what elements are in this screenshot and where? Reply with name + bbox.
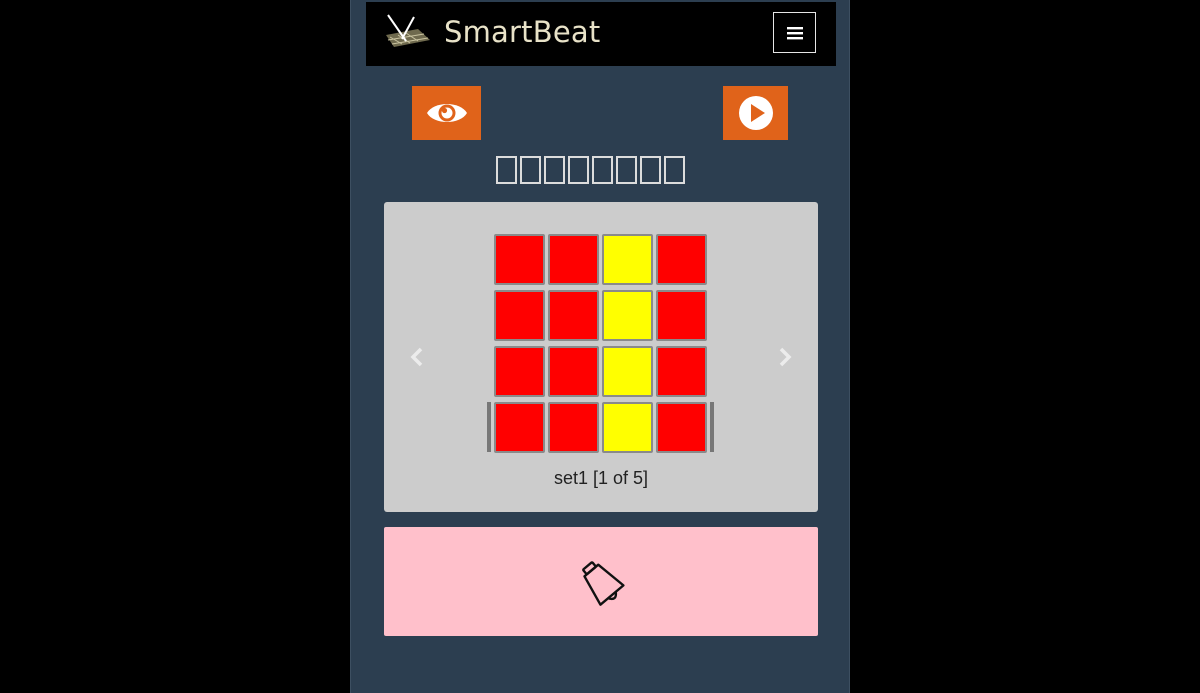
beat-cell-off[interactable] [548, 290, 599, 341]
sound-pad[interactable] [384, 527, 818, 636]
beat-cell-on[interactable] [602, 402, 653, 453]
beat-cell-off[interactable] [548, 346, 599, 397]
beat-cell-off[interactable] [494, 290, 545, 341]
brand-title: SmartBeat [444, 15, 601, 49]
step-box [544, 156, 565, 184]
step-box [664, 156, 685, 184]
prev-arrow[interactable] [402, 342, 432, 372]
menu-button[interactable] [773, 12, 816, 53]
play-icon [738, 96, 773, 130]
step-box [592, 156, 613, 184]
beat-cell-off[interactable] [494, 346, 545, 397]
step-box [520, 156, 541, 184]
smartbeat-logo [386, 14, 430, 47]
beat-cell-on[interactable] [602, 346, 653, 397]
playhead-right-marker [710, 402, 714, 452]
beat-cell-off[interactable] [494, 402, 545, 453]
beat-cell-on[interactable] [602, 290, 653, 341]
hamburger-icon [786, 26, 803, 39]
beat-cell-off[interactable] [656, 346, 707, 397]
step-box [640, 156, 661, 184]
play-button[interactable] [723, 86, 788, 140]
app-container: SmartBeat set1 [1 of 5] [350, 0, 850, 693]
beat-cell-off[interactable] [656, 402, 707, 453]
beat-cell-on[interactable] [602, 234, 653, 285]
beat-cell-off[interactable] [548, 234, 599, 285]
next-arrow[interactable] [770, 342, 800, 372]
step-box [568, 156, 589, 184]
beat-cell-off[interactable] [656, 234, 707, 285]
view-button[interactable] [412, 86, 481, 140]
step-box [616, 156, 637, 184]
chevron-right-icon [779, 347, 792, 367]
eye-icon [426, 104, 467, 122]
step-box [496, 156, 517, 184]
cowbell-icon [582, 560, 625, 606]
pattern-carousel: set1 [1 of 5] [384, 202, 818, 512]
playhead-left-marker [487, 402, 491, 452]
beat-cell-off[interactable] [548, 402, 599, 453]
beat-grid [494, 234, 707, 453]
set-caption: set1 [1 of 5] [553, 468, 649, 488]
beat-cell-off[interactable] [656, 290, 707, 341]
navbar: SmartBeat [366, 2, 836, 66]
beat-cell-off[interactable] [494, 234, 545, 285]
chevron-left-icon [410, 347, 423, 367]
step-indicator [496, 156, 685, 184]
